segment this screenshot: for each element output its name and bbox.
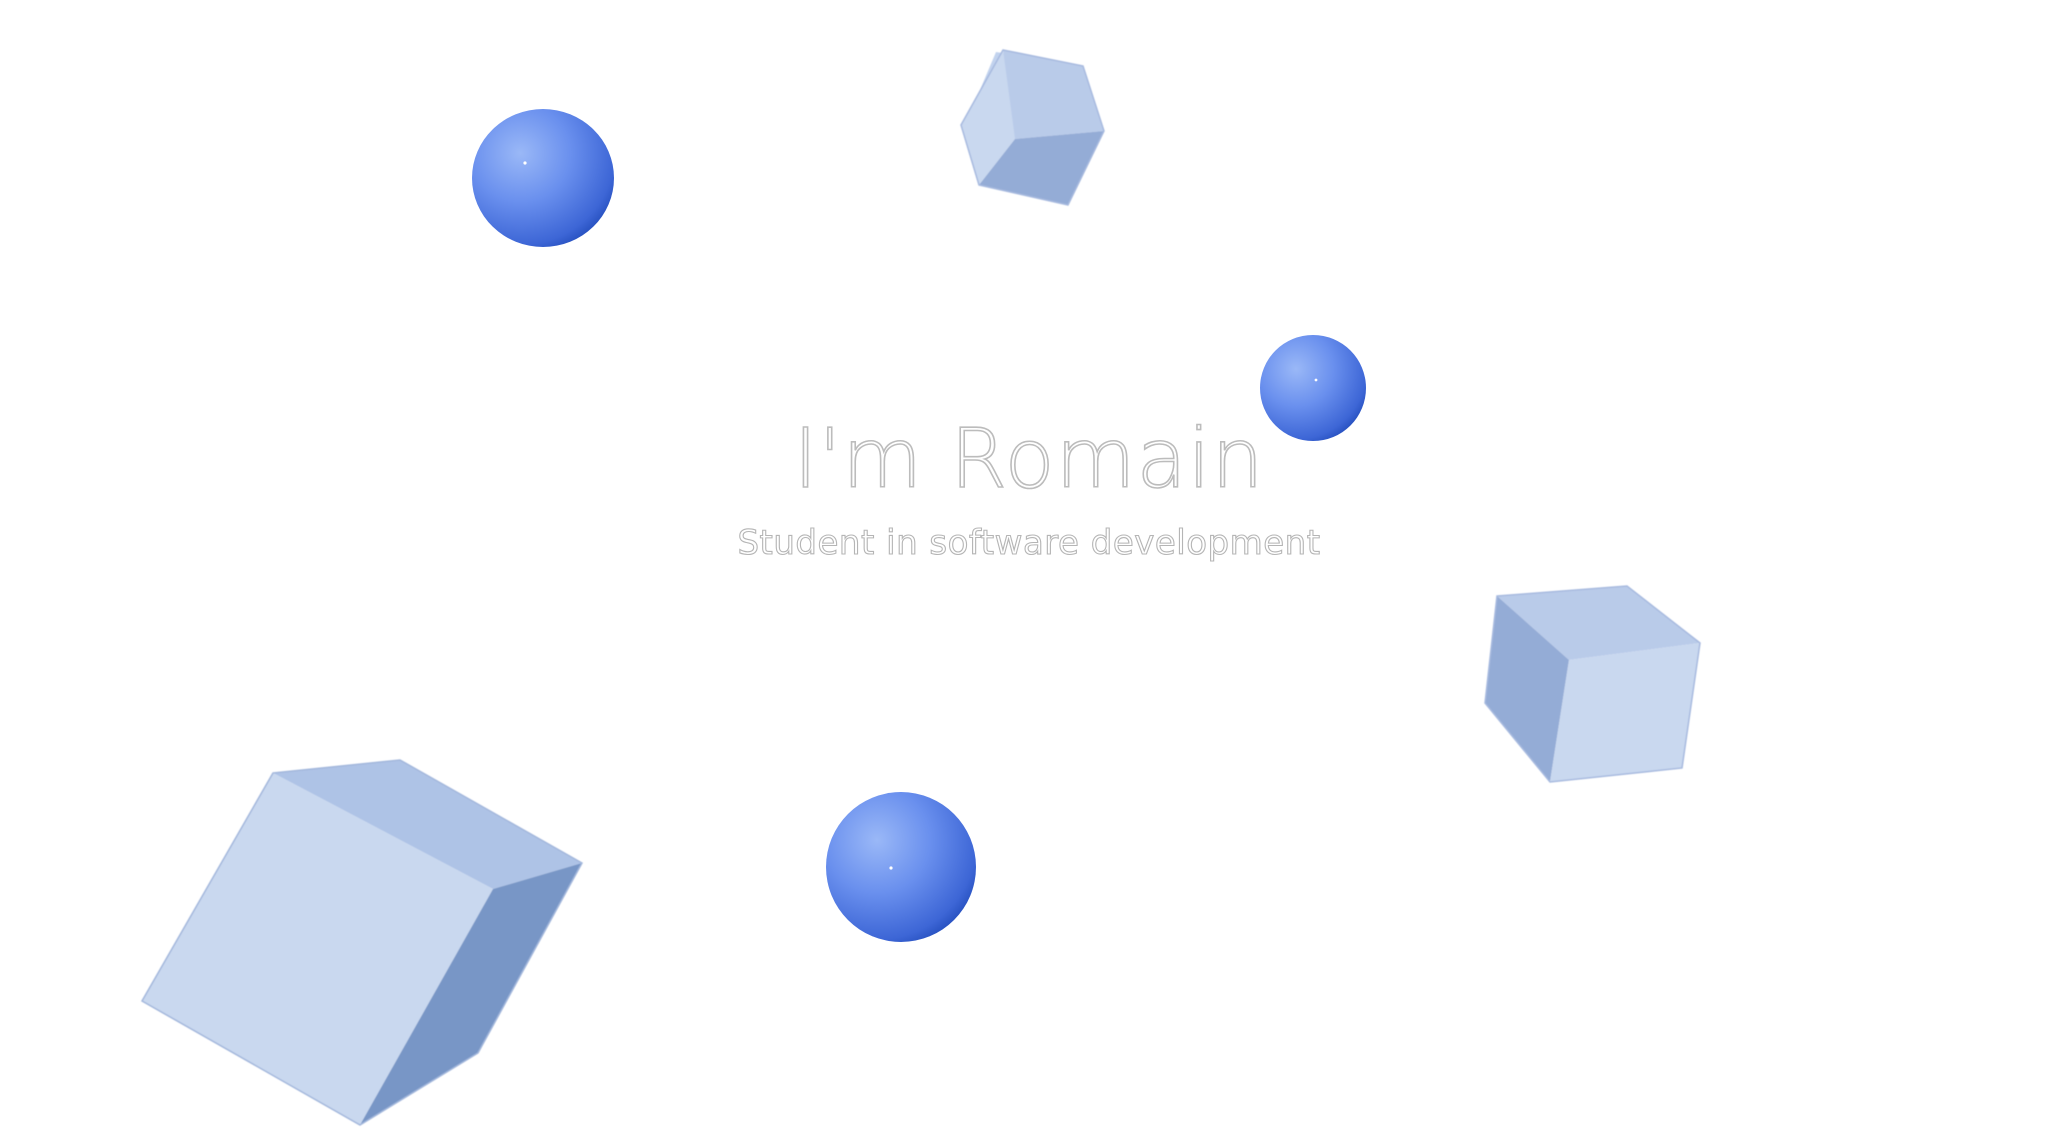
cube-shape [960,49,1105,206]
hero-page: I'm Romain Student in software developme… [0,0,2048,1128]
sphere-shape [826,792,976,942]
floating-shapes-scene [140,49,1701,1126]
sphere-shape [472,109,614,247]
cube-shape [140,759,584,1126]
cube-shape [1484,585,1701,783]
sphere-shape [1260,335,1366,441]
